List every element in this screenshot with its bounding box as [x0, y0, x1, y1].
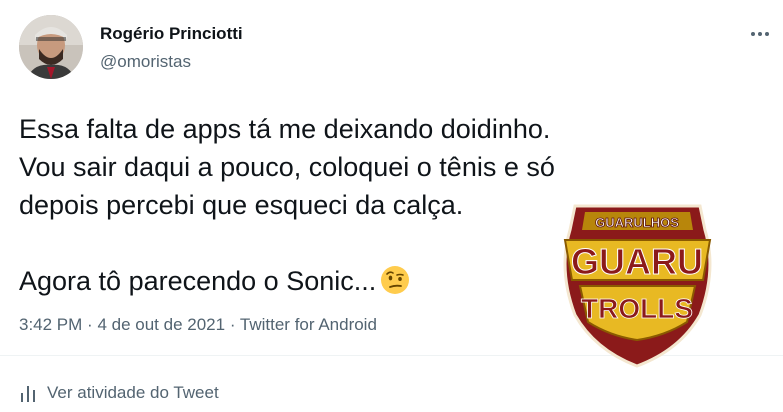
tweet-meta: 3:42 PM · 4 de out de 2021 · Twitter for… — [19, 315, 377, 335]
raised-eyebrow-face-icon — [380, 265, 410, 295]
meta-separator: · — [87, 315, 93, 334]
avatar[interactable] — [19, 15, 83, 79]
tweet-paragraph-2-text: Agora tô parecendo o Sonic... — [19, 266, 377, 296]
tweet-paragraph-2: Agora tô parecendo o Sonic... — [19, 262, 559, 300]
view-activity-label: Ver atividade do Tweet — [47, 383, 219, 402]
tweet-text: Essa falta de apps tá me deixando doidin… — [19, 110, 559, 300]
bar-chart-icon — [21, 386, 35, 402]
more-dots-icon[interactable] — [748, 22, 772, 46]
logo-middle-text: GUARU — [571, 241, 703, 282]
author-handle[interactable]: @omoristas — [100, 52, 191, 72]
view-activity-button[interactable]: Ver atividade do Tweet — [19, 383, 219, 403]
logo-top-text: GUARULHOS — [595, 215, 679, 230]
logo-bottom-text: TROLLS — [581, 293, 693, 324]
tweet-card: Rogério Princiotti @omoristas Essa falta… — [0, 0, 783, 412]
tweet-source[interactable]: Twitter for Android — [240, 315, 377, 334]
guaru-trolls-watermark-logo: GUARULHOS GUARU TROLLS — [555, 200, 720, 370]
tweet-date[interactable]: 4 de out de 2021 — [97, 315, 225, 334]
author-name[interactable]: Rogério Princiotti — [100, 24, 243, 44]
tweet-time[interactable]: 3:42 PM — [19, 315, 82, 334]
tweet-paragraph-1: Essa falta de apps tá me deixando doidin… — [19, 114, 555, 220]
meta-separator: · — [229, 315, 236, 334]
